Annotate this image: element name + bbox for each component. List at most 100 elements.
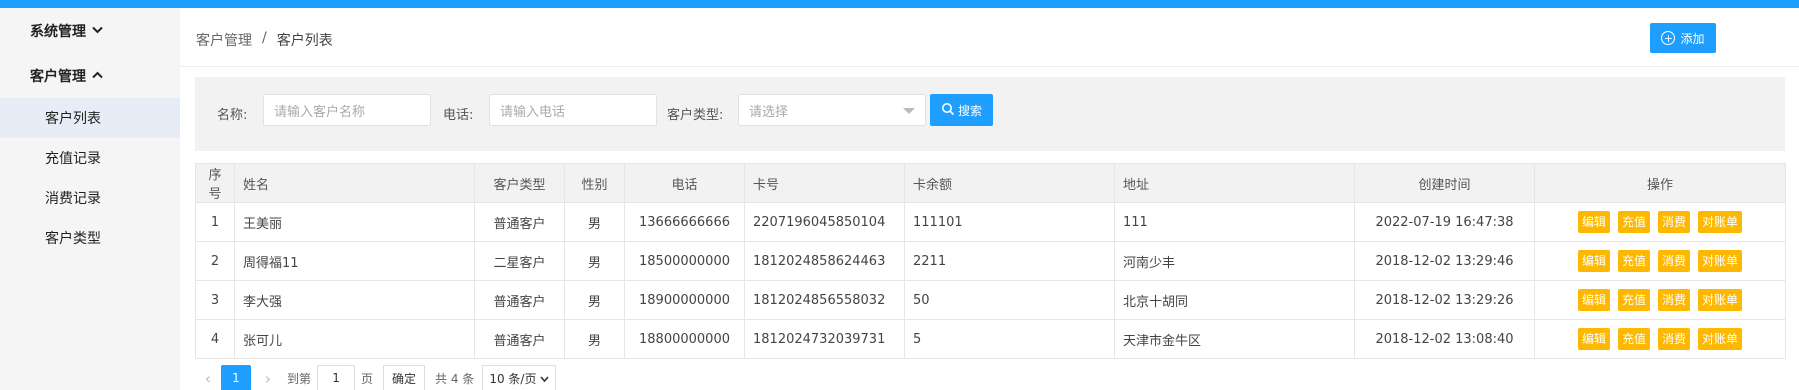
cell-card: 2207196045850104 [744, 202, 905, 242]
header-created: 创建时间 [1354, 163, 1535, 203]
header-divider [180, 66, 1799, 67]
page-unit-label: 页 [361, 371, 374, 386]
sidebar-item-customer-types[interactable]: 客户类型 [0, 218, 180, 258]
header-address: 地址 [1114, 163, 1355, 203]
next-page-button[interactable]: › [255, 369, 281, 388]
sidebar-item-label: 客户类型 [45, 231, 101, 247]
statement-button[interactable]: 对账单 [1698, 211, 1743, 233]
cell-created: 2018-12-02 13:29:26 [1354, 280, 1535, 320]
prev-page-button[interactable]: ‹ [195, 369, 221, 388]
breadcrumb: 客户管理 / 客户列表 [196, 30, 333, 50]
consume-button[interactable]: 消费 [1658, 289, 1691, 311]
cell-card: 1812024856558032 [744, 280, 905, 320]
goto-page-input[interactable]: 1 [317, 365, 356, 390]
header-gender: 性别 [564, 163, 625, 203]
customer-type-label: 客户类型: [667, 108, 724, 123]
consume-button[interactable]: 消费 [1658, 328, 1691, 350]
add-button[interactable]: + 添加 [1650, 23, 1716, 53]
plus-circle-icon: + [1661, 31, 1676, 45]
header-card: 卡号 [744, 163, 905, 203]
cell-balance: 2211 [904, 241, 1115, 281]
sidebar-group-system[interactable]: 系统管理 [0, 8, 180, 53]
cell-name: 李大强 [234, 280, 475, 320]
cell-name: 王美丽 [234, 202, 475, 242]
header-balance: 卡余额 [904, 163, 1115, 203]
name-search-input[interactable]: 请输入客户名称 [263, 94, 431, 126]
name-placeholder: 请输入客户名称 [274, 104, 366, 120]
edit-button[interactable]: 编辑 [1577, 328, 1610, 350]
sidebar-item-label: 充值记录 [45, 151, 101, 167]
sidebar-item-recharge-records[interactable]: 充值记录 [0, 138, 180, 178]
cell-address: 北京十胡同 [1114, 280, 1355, 320]
recharge-button[interactable]: 充值 [1617, 250, 1650, 272]
header-no: 序号 [195, 163, 235, 203]
cell-address: 天津市金牛区 [1114, 319, 1355, 359]
customer-type-select[interactable]: 请选择 [738, 94, 926, 126]
search-button-label: 搜索 [957, 103, 982, 118]
cell-actions: 编辑 充值 消费 对账单 [1534, 319, 1786, 359]
consume-button[interactable]: 消费 [1658, 211, 1691, 233]
cell-type: 二星客户 [474, 241, 565, 281]
pagination: ‹ 1 › 到第 1 页 确定 共 4 条 10 条/页 [195, 363, 557, 390]
edit-button[interactable]: 编辑 [1577, 211, 1610, 233]
chevron-down-icon [540, 371, 550, 385]
sidebar-group-label: 客户管理 [30, 68, 86, 85]
cell-created: 2022-07-19 16:47:38 [1354, 202, 1535, 242]
table-row: 3 李大强 普通客户 男 18900000000 181202485655803… [195, 280, 1786, 320]
cell-no: 2 [195, 241, 235, 281]
phone-search-input[interactable]: 请输入电话 [489, 94, 657, 126]
name-label: 名称: [217, 108, 248, 123]
edit-button[interactable]: 编辑 [1577, 250, 1610, 272]
phone-placeholder: 请输入电话 [500, 104, 566, 120]
cell-gender: 男 [564, 241, 625, 281]
caret-down-icon [903, 108, 915, 114]
recharge-button[interactable]: 充值 [1617, 289, 1650, 311]
chevron-down-icon [92, 24, 103, 37]
statement-button[interactable]: 对账单 [1698, 250, 1743, 272]
chevron-up-icon [92, 69, 103, 82]
sidebar-group-customers[interactable]: 客户管理 [0, 53, 180, 98]
table-row: 4 张可儿 普通客户 男 18800000000 181202473203973… [195, 319, 1786, 359]
recharge-button[interactable]: 充值 [1617, 211, 1650, 233]
table-row: 2 周得福11 二星客户 男 18500000000 1812024858624… [195, 241, 1786, 281]
cell-no: 1 [195, 202, 235, 242]
add-button-label: 添加 [1680, 31, 1705, 46]
cell-no: 3 [195, 280, 235, 320]
cell-type: 普通客户 [474, 202, 565, 242]
search-panel: 名称: 请输入客户名称 电话: 请输入电话 客户类型: 请选择 搜索 [195, 77, 1785, 151]
sidebar-item-label: 客户列表 [45, 111, 101, 127]
statement-button[interactable]: 对账单 [1698, 289, 1743, 311]
cell-actions: 编辑 充值 消费 对账单 [1534, 202, 1786, 242]
confirm-button[interactable]: 确定 [383, 365, 426, 390]
cell-card: 1812024858624463 [744, 241, 905, 281]
top-accent-bar [0, 0, 1799, 8]
breadcrumb-current: 客户列表 [276, 33, 333, 49]
table-row: 1 王美丽 普通客户 男 13666666666 220719604585010… [195, 202, 1786, 242]
edit-button[interactable]: 编辑 [1577, 289, 1610, 311]
cell-balance: 111101 [904, 202, 1115, 242]
cell-no: 4 [195, 319, 235, 359]
breadcrumb-parent[interactable]: 客户管理 [196, 30, 252, 50]
goto-label: 到第 [287, 371, 312, 386]
cell-card: 1812024732039731 [744, 319, 905, 359]
sidebar-group-label: 系统管理 [30, 23, 86, 40]
page-number-current[interactable]: 1 [221, 365, 251, 390]
search-button[interactable]: 搜索 [930, 94, 993, 126]
type-placeholder: 请选择 [749, 104, 789, 120]
sidebar-item-customer-list[interactable]: 客户列表 [0, 98, 180, 138]
page-size-select[interactable]: 10 条/页 [482, 365, 557, 390]
consume-button[interactable]: 消费 [1658, 250, 1691, 272]
search-icon [941, 102, 955, 119]
cell-created: 2018-12-02 13:29:46 [1354, 241, 1535, 281]
sidebar-item-label: 消费记录 [45, 191, 101, 207]
cell-phone: 18500000000 [624, 241, 745, 281]
recharge-button[interactable]: 充值 [1617, 328, 1650, 350]
header-actions: 操作 [1534, 163, 1786, 203]
header-name: 姓名 [234, 163, 475, 203]
cell-phone: 18800000000 [624, 319, 745, 359]
sidebar-item-consumption-records[interactable]: 消费记录 [0, 178, 180, 218]
main-content: 客户管理 / 客户列表 + 添加 名称: 请输入客户名称 电话: 请输入电话 客… [180, 8, 1799, 390]
cell-balance: 5 [904, 319, 1115, 359]
cell-actions: 编辑 充值 消费 对账单 [1534, 241, 1786, 281]
statement-button[interactable]: 对账单 [1698, 328, 1743, 350]
